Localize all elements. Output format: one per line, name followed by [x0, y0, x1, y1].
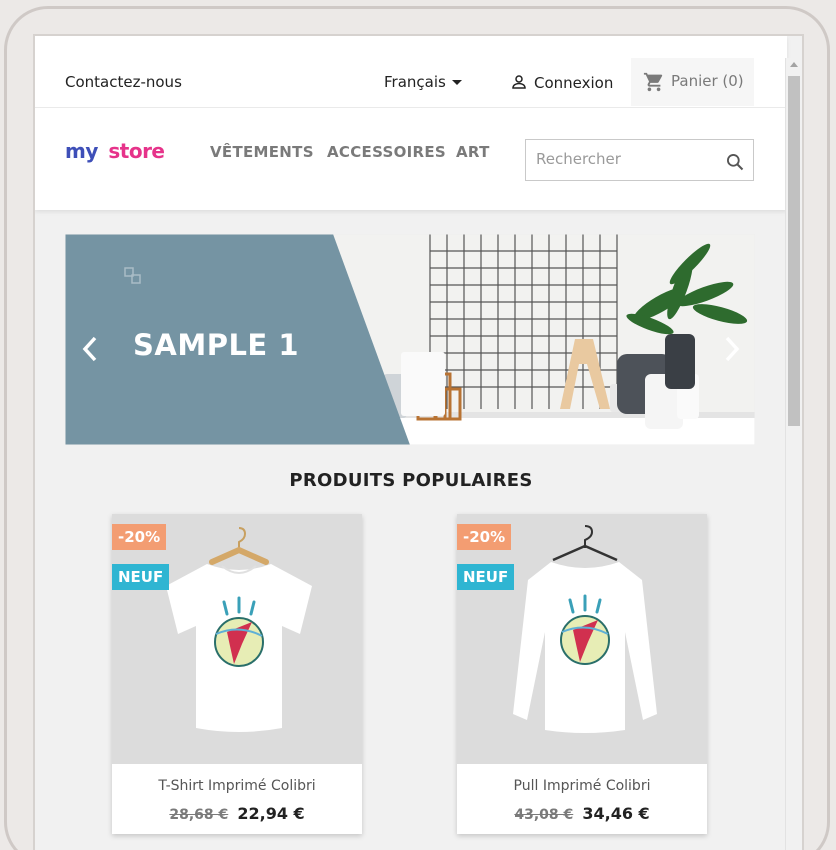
discount-badge: -20%	[457, 524, 512, 550]
site-header: Contactez-nous Français Connexion Panier…	[35, 36, 787, 210]
menu-item-accessoires[interactable]: ACCESSOIRES	[327, 143, 446, 161]
language-label: Français	[384, 73, 446, 91]
product-prices: 28,68 € 22,94 €	[112, 804, 362, 823]
store-logo[interactable]: my store	[65, 139, 165, 163]
search-icon[interactable]	[725, 152, 745, 172]
search-box	[525, 139, 754, 181]
top-nav: Contactez-nous Français Connexion Panier…	[35, 58, 787, 108]
chevron-left-icon[interactable]	[79, 335, 101, 363]
sweater-image	[457, 514, 707, 764]
product-card[interactable]: -20% NEUF T-Shirt Imprimé Colibri 28,68 …	[112, 514, 362, 834]
new-badge: NEUF	[457, 564, 515, 590]
chevron-right-icon[interactable]	[721, 335, 743, 363]
logo-store: store	[108, 139, 165, 163]
login-link[interactable]: Connexion	[510, 73, 613, 92]
cart-icon	[643, 72, 663, 92]
main-nav: my store VÊTEMENTS ACCESSOIRES ART	[35, 109, 787, 210]
cart-label: Panier (0)	[671, 72, 744, 90]
layers-icon	[124, 267, 141, 284]
new-badge: NEUF	[112, 564, 170, 590]
sale-price: 22,94 €	[237, 804, 305, 823]
section-title: PRODUITS POPULAIRES	[289, 470, 533, 491]
menu-item-art[interactable]: ART	[456, 143, 490, 161]
product-prices: 43,08 € 34,46 €	[457, 804, 707, 823]
browser-viewport: Contactez-nous Français Connexion Panier…	[33, 34, 804, 850]
contact-link[interactable]: Contactez-nous	[65, 73, 182, 91]
product-image[interactable]	[112, 514, 362, 764]
scroll-up-icon[interactable]	[790, 62, 798, 67]
caret-down-icon	[451, 80, 462, 85]
regular-price: 43,08 €	[514, 807, 574, 823]
cart-button[interactable]: Panier (0)	[631, 58, 754, 106]
logo-my: my	[65, 139, 98, 163]
user-icon	[512, 75, 526, 89]
vertical-scrollbar[interactable]	[785, 58, 802, 850]
product-name[interactable]: Pull Imprimé Colibri	[457, 778, 707, 794]
sale-price: 34,46 €	[582, 804, 650, 823]
search-input[interactable]	[536, 150, 716, 168]
regular-price: 28,68 €	[169, 807, 229, 823]
menu-item-vetements[interactable]: VÊTEMENTS	[210, 143, 314, 161]
language-selector[interactable]: Français	[384, 73, 462, 91]
slide-title: SAMPLE 1	[133, 328, 300, 362]
discount-badge: -20%	[112, 524, 167, 550]
scroll-thumb[interactable]	[788, 76, 800, 426]
tshirt-image	[112, 514, 362, 764]
hero-carousel: SAMPLE 1	[65, 234, 755, 445]
product-name[interactable]: T-Shirt Imprimé Colibri	[112, 778, 362, 794]
product-card[interactable]: -20% NEUF Pull Imprimé Colibri 43,08 € 3…	[457, 514, 707, 834]
product-image[interactable]	[457, 514, 707, 764]
login-label: Connexion	[534, 74, 614, 92]
